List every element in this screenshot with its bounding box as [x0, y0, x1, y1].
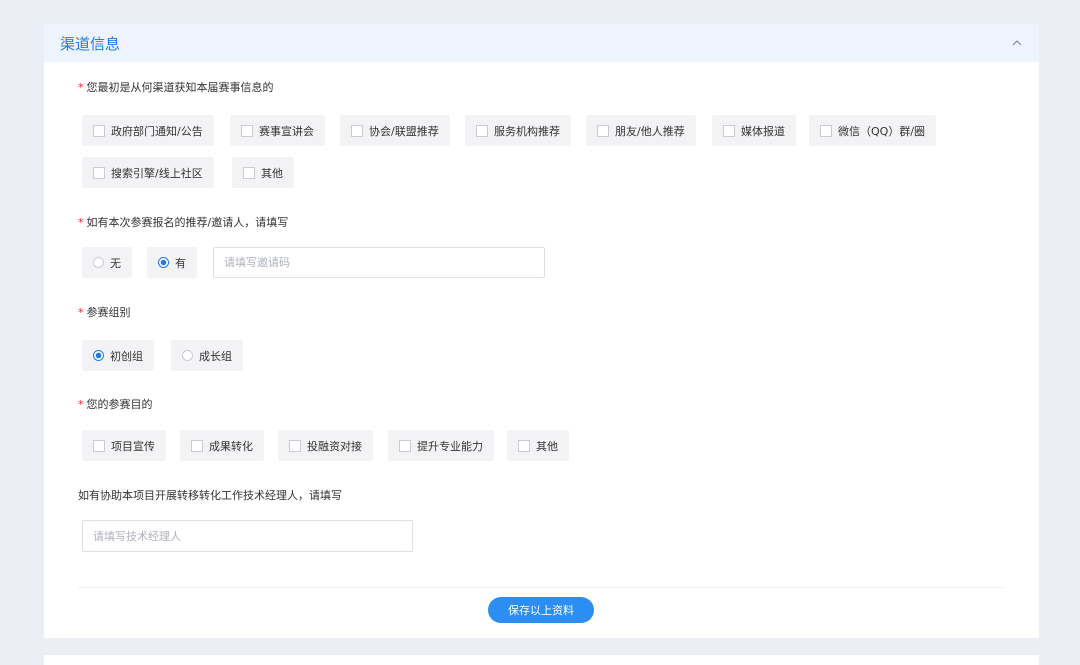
checkbox[interactable]: [93, 439, 105, 452]
checkbox[interactable]: [518, 439, 530, 452]
source-option-gov-notice[interactable]: 政府部门通知/公告: [82, 115, 214, 146]
checkbox[interactable]: [723, 124, 735, 137]
required-mark: *: [78, 306, 84, 319]
purpose-option-capability[interactable]: 提升专业能力: [388, 430, 494, 461]
next-section-card: [44, 655, 1039, 665]
required-mark: *: [78, 216, 84, 229]
option-label: 有: [175, 256, 186, 270]
radio-selected[interactable]: [158, 257, 169, 268]
option-label: 其他: [261, 166, 283, 180]
required-mark: *: [78, 81, 84, 94]
group-option-startup[interactable]: 初创组: [82, 340, 154, 371]
purpose-question-label: * 您的参赛目的: [78, 396, 153, 412]
purpose-option-promotion[interactable]: 项目宣传: [82, 430, 166, 461]
source-option-association[interactable]: 协会/联盟推荐: [340, 115, 450, 146]
source-option-search-engine[interactable]: 搜索引擎/线上社区: [82, 157, 214, 188]
radio[interactable]: [182, 350, 193, 361]
checkbox[interactable]: [597, 124, 609, 137]
source-question-label: * 您最初是从何渠道获知本届赛事信息的: [78, 79, 274, 95]
option-label: 成果转化: [209, 439, 253, 453]
option-label: 协会/联盟推荐: [369, 124, 439, 138]
chevron-up-icon[interactable]: [1011, 37, 1023, 49]
option-label: 项目宣传: [111, 439, 155, 453]
purpose-option-commercialization[interactable]: 成果转化: [180, 430, 264, 461]
save-button[interactable]: 保存以上资料: [488, 597, 594, 623]
source-option-other[interactable]: 其他: [232, 157, 294, 188]
required-mark: *: [78, 398, 84, 411]
option-label: 搜索引擎/线上社区: [111, 166, 203, 180]
option-label: 投融资对接: [307, 439, 362, 453]
tech-manager-input[interactable]: [82, 520, 413, 552]
option-label: 服务机构推荐: [494, 124, 560, 138]
radio-selected[interactable]: [93, 350, 104, 361]
checkbox[interactable]: [289, 439, 301, 452]
source-option-friend[interactable]: 朋友/他人推荐: [586, 115, 696, 146]
option-label: 媒体报道: [741, 124, 785, 138]
purpose-question-text: 您的参赛目的: [86, 398, 153, 411]
option-label: 无: [110, 256, 121, 270]
option-label: 提升专业能力: [417, 439, 483, 453]
referrer-question-label: * 如有本次参赛报名的推荐/邀请人，请填写: [78, 214, 288, 230]
referrer-option-yes[interactable]: 有: [147, 247, 197, 278]
tech-manager-question-text: 如有协助本项目开展转移转化工作技术经理人，请填写: [78, 489, 342, 502]
option-label: 成长组: [199, 349, 232, 363]
checkbox[interactable]: [191, 439, 203, 452]
option-label: 微信（QQ）群/圈: [838, 124, 926, 138]
option-label: 朋友/他人推荐: [615, 124, 685, 138]
checkbox[interactable]: [820, 124, 832, 137]
source-question-text: 您最初是从何渠道获知本届赛事信息的: [86, 81, 274, 94]
referrer-question-text: 如有本次参赛报名的推荐/邀请人，请填写: [86, 216, 289, 229]
checkbox[interactable]: [476, 124, 488, 137]
option-label: 政府部门通知/公告: [111, 124, 203, 138]
source-option-media[interactable]: 媒体报道: [712, 115, 796, 146]
checkbox[interactable]: [351, 124, 363, 137]
purpose-option-financing[interactable]: 投融资对接: [278, 430, 373, 461]
section-title: 渠道信息: [60, 34, 121, 53]
checkbox[interactable]: [243, 166, 255, 179]
referrer-option-none[interactable]: 无: [82, 247, 132, 278]
source-option-wechat-qq[interactable]: 微信（QQ）群/圈: [809, 115, 937, 146]
group-question-text: 参赛组别: [86, 306, 131, 319]
tech-manager-question-label: 如有协助本项目开展转移转化工作技术经理人，请填写: [78, 487, 342, 503]
group-option-growth[interactable]: 成长组: [171, 340, 243, 371]
source-option-roadshow[interactable]: 赛事宣讲会: [230, 115, 325, 146]
option-label: 赛事宣讲会: [259, 124, 314, 138]
checkbox[interactable]: [93, 124, 105, 137]
divider: [78, 587, 1004, 588]
purpose-option-other[interactable]: 其他: [507, 430, 569, 461]
channel-info-card: 渠道信息 * 您最初是从何渠道获知本届赛事信息的 政府部门通知/公告 赛事宣讲会 …: [44, 24, 1039, 638]
checkbox[interactable]: [399, 439, 411, 452]
option-label: 其他: [536, 439, 558, 453]
checkbox[interactable]: [93, 166, 105, 179]
radio[interactable]: [93, 257, 104, 268]
option-label: 初创组: [110, 349, 143, 363]
source-option-service-agency[interactable]: 服务机构推荐: [465, 115, 571, 146]
checkbox[interactable]: [241, 124, 253, 137]
group-question-label: * 参赛组别: [78, 304, 131, 320]
invite-code-input[interactable]: [213, 247, 545, 278]
card-header[interactable]: 渠道信息: [44, 24, 1039, 62]
